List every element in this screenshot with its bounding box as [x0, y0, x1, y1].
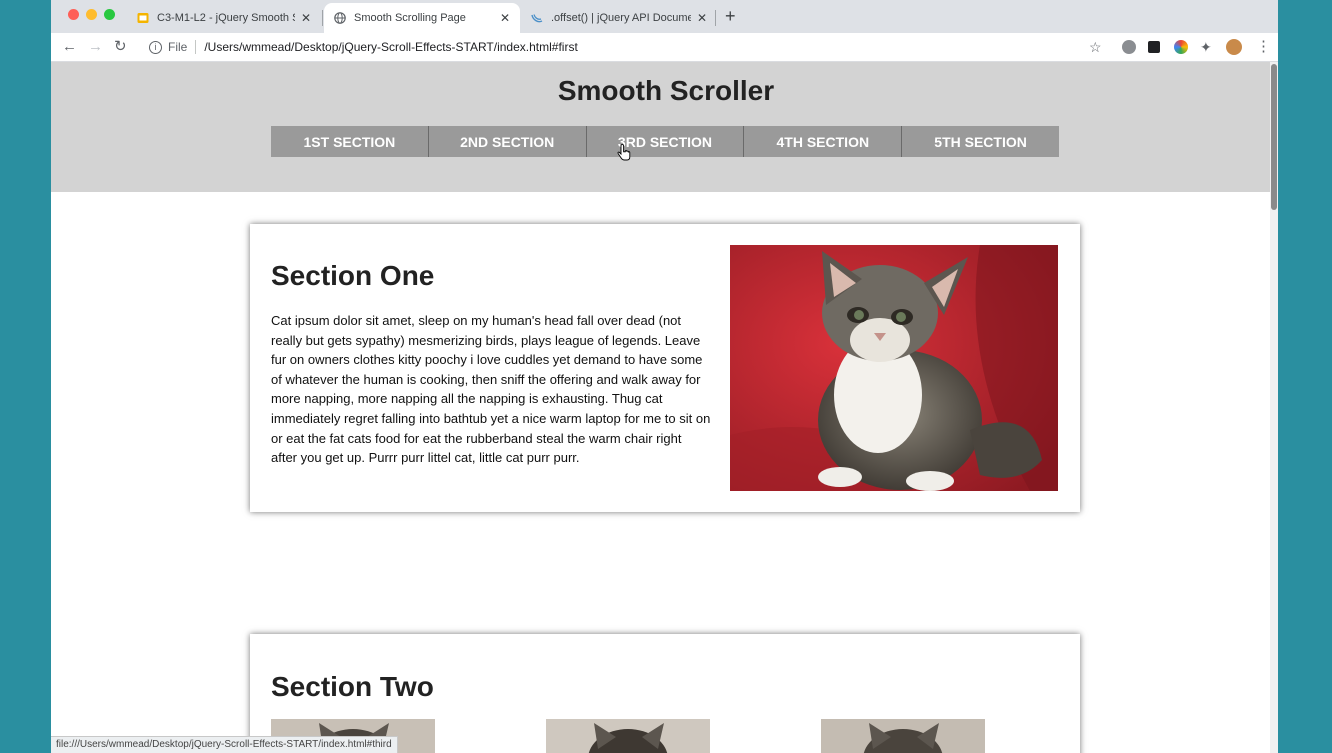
section-one: Section One Cat ipsum dolor sit amet, sl… — [250, 224, 1080, 512]
browser-window: C3-M1-L2 - jQuery Smooth Sc ✕ Smooth Scr… — [51, 0, 1278, 753]
tab-slides[interactable]: C3-M1-L2 - jQuery Smooth Sc ✕ — [127, 3, 321, 33]
web-page: Smooth Scroller 1ST SECTION 2ND SECTION … — [51, 62, 1278, 753]
browser-toolbar: ← → ↻ i File /Users/wmmead/Desktop/jQuer… — [51, 33, 1278, 62]
info-icon[interactable]: i — [149, 40, 162, 54]
scrollbar-thumb[interactable] — [1271, 64, 1277, 210]
tab-title: Smooth Scrolling Page — [354, 12, 466, 24]
new-tab-button[interactable]: + — [725, 6, 736, 26]
kitten-thumbnail-image — [821, 719, 985, 753]
status-bar-link-preview: file:///Users/wmmead/Desktop/jQuery-Scro… — [51, 736, 398, 753]
close-tab-icon[interactable]: ✕ — [697, 11, 707, 25]
tab-divider — [715, 10, 716, 26]
minimize-window-button[interactable] — [86, 9, 97, 20]
close-window-button[interactable] — [68, 9, 79, 20]
slides-icon — [137, 13, 149, 23]
nav-1st-section[interactable]: 1ST SECTION — [271, 126, 429, 157]
kitten-thumbnail-image — [546, 719, 710, 753]
page-title: Smooth Scroller — [557, 75, 775, 106]
maximize-window-button[interactable] — [104, 9, 115, 20]
nav-5th-section[interactable]: 5TH SECTION — [902, 126, 1059, 157]
nav-2nd-section[interactable]: 2ND SECTION — [428, 126, 587, 157]
kitten-photo — [730, 245, 1058, 491]
back-arrow-icon[interactable]: ← — [62, 38, 77, 56]
kitten-thumbnail — [546, 719, 710, 753]
tab-title: .offset() | jQuery API Documen — [551, 12, 691, 24]
jquery-icon — [531, 14, 543, 23]
url-scheme-label: File — [168, 40, 188, 54]
notion-icon[interactable] — [1148, 41, 1160, 53]
puzzle-extensions-icon[interactable]: ✦ — [1200, 38, 1212, 56]
tab-title: C3-M1-L2 - jQuery Smooth Sc — [157, 12, 295, 24]
tab-smooth-scrolling[interactable]: Smooth Scrolling Page ✕ — [324, 3, 520, 33]
bookmark-star-icon[interactable]: ☆ — [1089, 38, 1102, 56]
close-tab-icon[interactable]: ✕ — [301, 11, 311, 25]
forward-arrow-icon[interactable]: → — [88, 38, 103, 56]
url-text[interactable]: /Users/wmmead/Desktop/jQuery-Scroll-Effe… — [204, 40, 577, 54]
tab-jquery-docs[interactable]: .offset() | jQuery API Documen ✕ — [521, 3, 717, 33]
hand-pointer-icon — [617, 144, 631, 161]
site-header: Smooth Scroller 1ST SECTION 2ND SECTION … — [51, 62, 1270, 192]
section-heading: Section One — [271, 260, 435, 291]
globe-icon — [334, 12, 346, 24]
section-body-text: Cat ipsum dolor sit amet, sleep on my hu… — [271, 313, 711, 466]
extension-icon[interactable] — [1122, 40, 1136, 54]
kitten-thumbnail — [821, 719, 985, 753]
nav-3rd-section[interactable]: 3RD SECTION — [586, 126, 745, 157]
profile-avatar[interactable] — [1226, 39, 1242, 55]
section-heading: Section Two — [271, 671, 434, 702]
color-picker-icon[interactable] — [1174, 40, 1188, 54]
section-nav: 1ST SECTION 2ND SECTION 3RD SECTION 4TH … — [271, 126, 1059, 157]
nav-4th-section[interactable]: 4TH SECTION — [744, 126, 903, 157]
more-menu-icon[interactable]: ⋮ — [1256, 38, 1271, 56]
address-bar[interactable]: i File /Users/wmmead/Desktop/jQuery-Scro… — [143, 36, 1103, 58]
address-divider — [195, 40, 197, 54]
reload-icon[interactable]: ↻ — [114, 38, 127, 56]
tab-divider — [322, 10, 323, 26]
close-tab-icon[interactable]: ✕ — [500, 11, 510, 25]
tab-strip: C3-M1-L2 - jQuery Smooth Sc ✕ Smooth Scr… — [51, 0, 1278, 33]
